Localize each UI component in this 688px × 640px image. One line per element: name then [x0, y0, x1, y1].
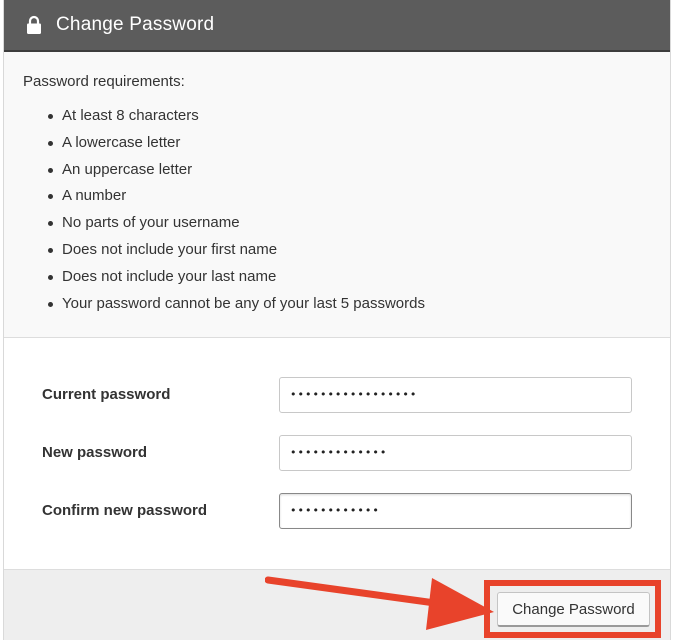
current-password-input[interactable]: ••••••••••••••••• — [279, 377, 632, 413]
change-password-panel: Change Password Password requirements: A… — [3, 0, 671, 640]
new-password-label: New password — [42, 444, 148, 461]
current-password-label: Current password — [42, 386, 171, 403]
requirement-item: No parts of your username — [4, 213, 425, 240]
confirm-password-input[interactable]: •••••••••••• — [279, 493, 632, 529]
requirement-item: A number — [4, 186, 425, 213]
change-password-button[interactable]: Change Password — [497, 592, 650, 627]
new-password-input[interactable]: ••••••••••••• — [279, 435, 632, 471]
panel-title: Change Password — [56, 14, 215, 35]
requirement-item: Your password cannot be any of your last… — [4, 294, 425, 321]
confirm-password-label: Confirm new password — [42, 502, 208, 519]
requirement-item: Does not include your first name — [4, 240, 425, 267]
requirement-item: Does not include your last name — [4, 267, 425, 294]
panel-header: Change Password — [4, 0, 670, 52]
requirements-title: Password requirements: — [23, 73, 185, 90]
lock-icon — [27, 15, 41, 34]
requirement-item: A lowercase letter — [4, 133, 425, 160]
requirement-item: An uppercase letter — [4, 160, 425, 187]
arrow-right-icon — [265, 576, 494, 630]
password-form: Current password ••••••••••••••••• New p… — [4, 338, 670, 570]
requirements-list: At least 8 characters A lowercase letter… — [4, 106, 425, 320]
password-requirements: Password requirements: At least 8 charac… — [4, 52, 670, 338]
requirement-item: At least 8 characters — [4, 106, 425, 133]
